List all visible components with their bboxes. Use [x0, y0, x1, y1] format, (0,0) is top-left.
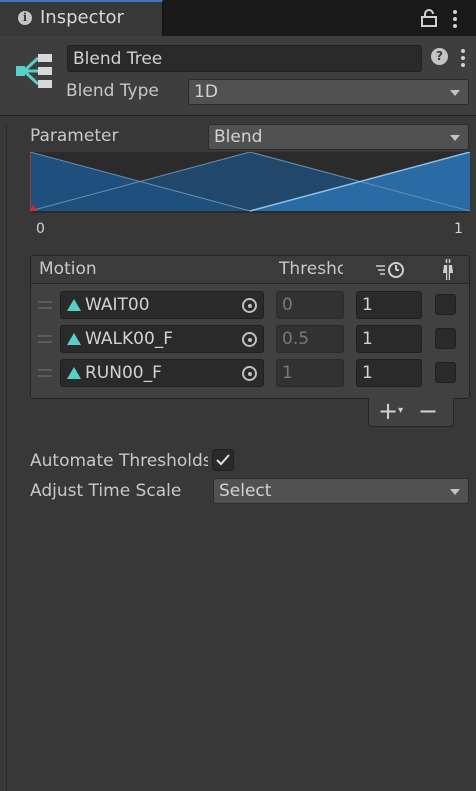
- time-scale-field[interactable]: 1: [356, 325, 422, 353]
- mirror-checkbox[interactable]: [435, 362, 456, 383]
- add-motion-button[interactable]: +▾: [378, 399, 408, 423]
- help-icon[interactable]: ?: [431, 48, 448, 65]
- remove-motion-button[interactable]: −: [418, 399, 440, 423]
- row-drag-handle[interactable]: [38, 369, 52, 377]
- time-scale-field[interactable]: 1: [356, 291, 422, 319]
- parameter-label: Parameter: [30, 126, 119, 146]
- mirror-checkbox[interactable]: [435, 328, 456, 349]
- automate-thresholds-label: Automate Thresholds: [30, 451, 208, 471]
- motion-name: WAIT00: [85, 295, 150, 315]
- more-options-icon[interactable]: [458, 48, 468, 68]
- threshold-field[interactable]: 0: [276, 291, 344, 319]
- tab-menu-icon[interactable]: [448, 9, 462, 29]
- motion-field-wait00[interactable]: WAIT00: [60, 291, 264, 319]
- tab-title: Inspector: [40, 7, 124, 28]
- chevron-down-icon: [450, 135, 460, 141]
- divider: [6, 124, 7, 791]
- time-scale-icon: [376, 262, 404, 278]
- plus-icon: +: [378, 397, 399, 425]
- parameter-dropdown[interactable]: Blend: [208, 124, 469, 150]
- graph-max-label: 1: [454, 221, 463, 237]
- blend-tree-icon: [16, 54, 52, 88]
- adjust-time-scale-dropdown[interactable]: Select: [213, 478, 469, 504]
- lock-icon[interactable]: [421, 9, 437, 27]
- mirror-icon: [443, 258, 453, 280]
- mirror-checkbox[interactable]: [435, 294, 456, 315]
- row-drag-handle[interactable]: [38, 335, 52, 343]
- adjust-time-scale-value: Select: [219, 481, 272, 501]
- object-picker-icon[interactable]: [242, 366, 257, 381]
- info-icon: i: [18, 11, 32, 25]
- motion-field-run00-f[interactable]: RUN00_F: [60, 359, 264, 387]
- object-picker-icon[interactable]: [242, 332, 257, 347]
- parameter-value: Blend: [214, 127, 263, 147]
- adjust-time-scale-label: Adjust Time Scale: [30, 481, 182, 501]
- time-scale-field[interactable]: 1: [356, 359, 422, 387]
- minus-icon: −: [418, 397, 439, 425]
- threshold-field[interactable]: 1: [276, 359, 344, 387]
- animation-clip-icon: [67, 333, 81, 345]
- animation-clip-icon: [67, 299, 81, 311]
- blend-graph: [30, 152, 470, 213]
- graph-min-label: 0: [36, 221, 45, 237]
- blend-type-label: Blend Type: [66, 81, 159, 101]
- threshold-field[interactable]: 0.5: [276, 325, 344, 353]
- motion-column-header: Motion: [39, 259, 97, 279]
- motion-name: RUN00_F: [85, 363, 162, 383]
- chevron-down-icon: [450, 489, 460, 495]
- blend-type-value: 1D: [194, 82, 218, 102]
- blend-type-dropdown[interactable]: 1D: [188, 79, 469, 105]
- name-field[interactable]: Blend Tree: [67, 45, 422, 72]
- object-picker-icon[interactable]: [242, 298, 257, 313]
- animation-clip-icon: [67, 367, 81, 379]
- row-drag-handle[interactable]: [38, 301, 52, 309]
- threshold-column-header: Thresho: [279, 259, 343, 279]
- chevron-down-icon: [450, 90, 460, 96]
- motion-field-walk00-f[interactable]: WALK00_F: [60, 325, 264, 353]
- checkmark-icon: [216, 454, 230, 466]
- automate-thresholds-checkbox[interactable]: [212, 449, 234, 471]
- motion-name: WALK00_F: [85, 329, 174, 349]
